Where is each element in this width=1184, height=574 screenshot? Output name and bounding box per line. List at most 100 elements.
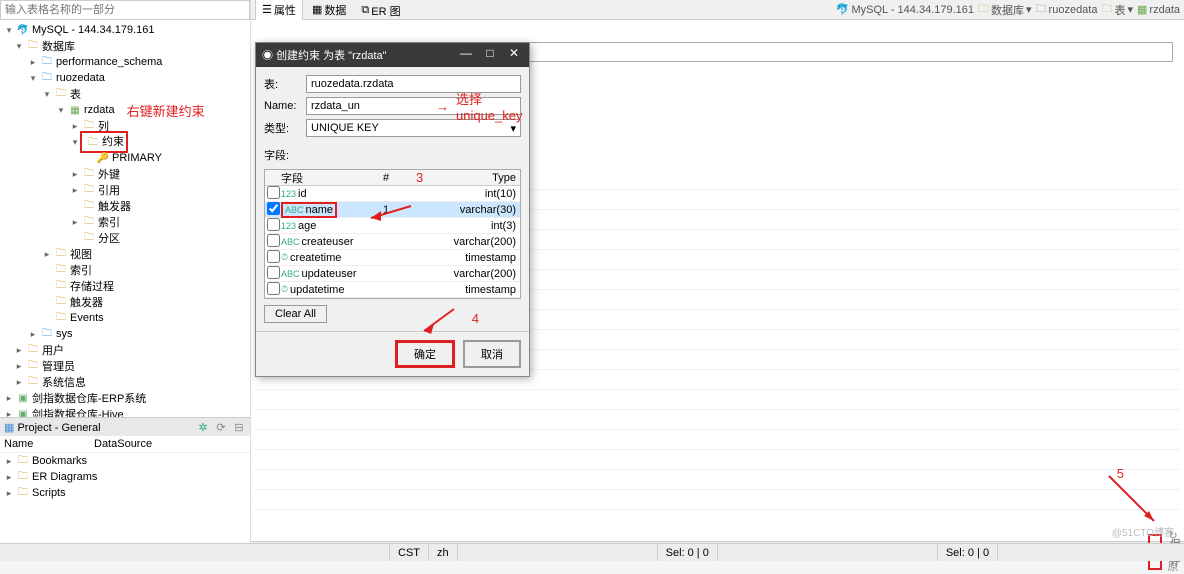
annotation-arrow: → bbox=[436, 99, 449, 114]
folder-icon: 🗀 bbox=[82, 183, 96, 197]
project-header: ▦ Project - General ✲⟳⊟ bbox=[0, 418, 250, 436]
project-columns: NameDataSource bbox=[0, 436, 250, 453]
field-checkbox[interactable] bbox=[267, 186, 280, 199]
constraints-folder[interactable]: ▾🗀约束 bbox=[0, 134, 250, 150]
tab-data[interactable]: ▦数据 bbox=[306, 0, 352, 20]
databases-folder[interactable]: ▾🗀数据库 bbox=[0, 38, 250, 54]
bookmarks-folder[interactable]: ▸🗀Bookmarks bbox=[0, 453, 250, 469]
procedures-folder[interactable]: 🗀存储过程 bbox=[0, 278, 250, 294]
breadcrumb-tables[interactable]: 🗀 表 ▾ bbox=[1101, 0, 1133, 19]
db-icon: ▣ bbox=[16, 391, 30, 405]
cancel-button[interactable]: 取消 bbox=[463, 340, 521, 368]
triggers-folder[interactable]: 🗀触发器 bbox=[0, 198, 250, 214]
field-row[interactable]: ABCupdateuservarchar(200) bbox=[265, 266, 520, 282]
dialog-titlebar[interactable]: ◉ 创建约束 为表 "rzdata" — □ ✕ bbox=[256, 43, 529, 67]
users-folder[interactable]: ▸🗀用户 bbox=[0, 342, 250, 358]
primary-key-node[interactable]: 🔑PRIMARY bbox=[0, 150, 250, 166]
field-checkbox[interactable] bbox=[267, 250, 280, 263]
er-diagrams-folder[interactable]: ▸🗀ER Diagrams bbox=[0, 469, 250, 485]
database-tree: ▾🐬MySQL - 144.34.179.161 ▾🗀数据库 ▸🗀perform… bbox=[0, 20, 250, 417]
folder-icon: 🗀 bbox=[26, 39, 40, 53]
folder-icon: 🗀 bbox=[82, 167, 96, 181]
arrow-icon bbox=[419, 306, 459, 336]
config-icon[interactable]: ✲ bbox=[196, 421, 210, 434]
schema-node[interactable]: ▸🗀sys bbox=[0, 326, 250, 342]
schema-icon: 🗀 bbox=[40, 327, 54, 341]
breadcrumb-table[interactable]: ▦ rzdata bbox=[1137, 0, 1180, 19]
annotation-3: 3 bbox=[416, 170, 423, 185]
field-checkbox[interactable] bbox=[267, 282, 280, 295]
ok-button[interactable]: 确定 bbox=[395, 340, 455, 368]
folder-icon: 🗀 bbox=[54, 87, 68, 101]
name-label: Name: bbox=[264, 100, 306, 112]
hive-connection[interactable]: ▸▣剑指数据仓库-Hive bbox=[0, 406, 250, 417]
table-label: 表: bbox=[264, 76, 306, 92]
key-icon: 🔑 bbox=[96, 151, 110, 165]
col-num: # bbox=[371, 172, 401, 184]
maximize-button[interactable]: □ bbox=[479, 46, 501, 64]
refresh-icon[interactable]: ⟳ bbox=[214, 421, 228, 434]
type-label: 类型: bbox=[264, 120, 306, 136]
folder-icon: 🗀 bbox=[54, 295, 68, 309]
sysinfo-folder[interactable]: ▸🗀系统信息 bbox=[0, 374, 250, 390]
events-folder[interactable]: 🗀Events bbox=[0, 310, 250, 326]
tab-er[interactable]: ⧉ER 图 bbox=[355, 1, 406, 21]
db-icon: ▣ bbox=[16, 407, 30, 417]
field-checkbox[interactable] bbox=[267, 266, 280, 279]
field-row[interactable]: ⏱updatetimetimestamp bbox=[265, 282, 520, 298]
folder-icon: 🗀 bbox=[16, 486, 30, 500]
folder-icon: 🗀 bbox=[26, 359, 40, 373]
breadcrumb-db[interactable]: 🗀 数据库 ▾ bbox=[978, 0, 1032, 19]
folder-icon: 🗀 bbox=[26, 375, 40, 389]
data-icon: ▦ bbox=[312, 3, 322, 16]
arrow-icon bbox=[1104, 471, 1164, 531]
minimize-button[interactable]: — bbox=[455, 46, 477, 64]
search-input[interactable] bbox=[0, 0, 250, 20]
folder-icon: 🗀 bbox=[82, 231, 96, 245]
scripts-folder[interactable]: ▸🗀Scripts bbox=[0, 485, 250, 501]
collapse-icon[interactable]: ⊟ bbox=[232, 421, 246, 434]
field-checkbox[interactable] bbox=[267, 218, 280, 231]
admin-folder[interactable]: ▸🗀管理员 bbox=[0, 358, 250, 374]
arrow-icon bbox=[366, 203, 416, 223]
table-node[interactable]: ▾▦rzdata右键新建约束 bbox=[0, 102, 250, 118]
clear-all-button[interactable]: Clear All bbox=[264, 305, 327, 323]
fields-label: 字段: bbox=[264, 147, 521, 163]
col-field: 字段 bbox=[281, 170, 371, 186]
views-folder[interactable]: ▸🗀视图 bbox=[0, 246, 250, 262]
schema-node[interactable]: ▾🗀ruozedata bbox=[0, 70, 250, 86]
field-checkbox[interactable] bbox=[267, 234, 280, 247]
mysql-icon: 🐬 bbox=[16, 23, 30, 37]
folder-icon: 🗀 bbox=[82, 199, 96, 213]
references-folder[interactable]: ▸🗀引用 bbox=[0, 182, 250, 198]
editor-tabs: ☰属性 ▦数据 ⧉ER 图 🐬 MySQL - 144.34.179.161 🗀… bbox=[251, 0, 1184, 20]
annotation-unique: 选择unique_key bbox=[456, 89, 529, 123]
field-row[interactable]: ABCcreateuservarchar(200) bbox=[265, 234, 520, 250]
folder-icon: 🗀 bbox=[26, 343, 40, 357]
breadcrumb: 🐬 MySQL - 144.34.179.161 🗀 数据库 ▾ 🗀 ruoze… bbox=[836, 0, 1180, 19]
indexes-folder[interactable]: 🗀索引 bbox=[0, 262, 250, 278]
indexes-folder[interactable]: ▸🗀索引 bbox=[0, 214, 250, 230]
annotation-4: 4 bbox=[472, 311, 479, 326]
er-icon: ⧉ bbox=[361, 4, 369, 17]
folder-icon: 🗀 bbox=[54, 263, 68, 277]
app-status-bar: CST zh Sel: 0 | 0 Sel: 0 | 0 bbox=[0, 543, 1184, 561]
table-icon: ▦ bbox=[68, 103, 82, 117]
breadcrumb-schema[interactable]: 🗀 ruozedata bbox=[1036, 0, 1098, 19]
field-row[interactable]: 123idint(10) bbox=[265, 186, 520, 202]
breadcrumb-mysql[interactable]: 🐬 MySQL - 144.34.179.161 bbox=[836, 0, 974, 19]
folder-icon: 🗀 bbox=[54, 279, 68, 293]
schema-node[interactable]: ▸🗀performance_schema bbox=[0, 54, 250, 70]
tab-properties[interactable]: ☰属性 bbox=[255, 0, 303, 20]
app-icon: ◉ bbox=[262, 50, 273, 62]
triggers-folder[interactable]: 🗀触发器 bbox=[0, 294, 250, 310]
props-icon: ☰ bbox=[262, 3, 272, 16]
field-checkbox[interactable] bbox=[267, 202, 280, 215]
close-button[interactable]: ✕ bbox=[503, 46, 525, 64]
erp-connection[interactable]: ▸▣剑指数据仓库-ERP系统 bbox=[0, 390, 250, 406]
field-row[interactable]: ⏱createtimetimestamp bbox=[265, 250, 520, 266]
tables-folder[interactable]: ▾🗀表 bbox=[0, 86, 250, 102]
partitions-folder[interactable]: 🗀分区 bbox=[0, 230, 250, 246]
foreign-keys-folder[interactable]: ▸🗀外键 bbox=[0, 166, 250, 182]
connection-node[interactable]: ▾🐬MySQL - 144.34.179.161 bbox=[0, 22, 250, 38]
